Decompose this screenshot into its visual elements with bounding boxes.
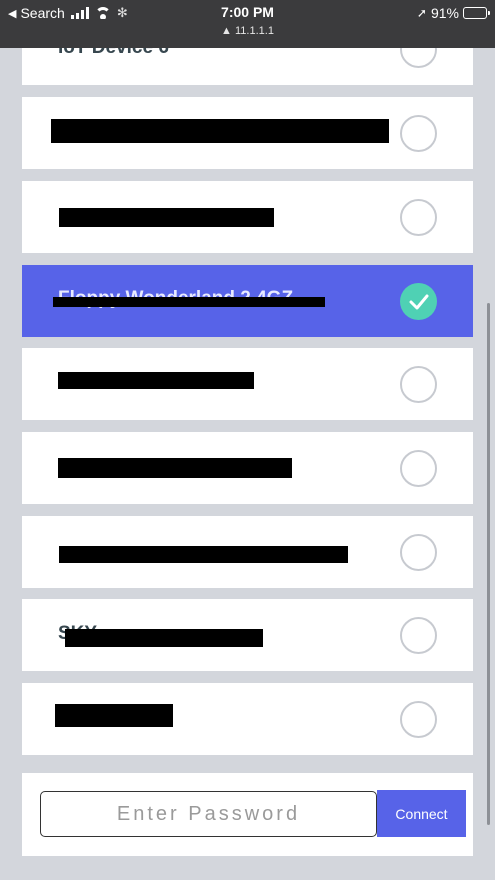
network-row[interactable]	[22, 683, 473, 755]
ip-address: 11.1.1.1	[235, 25, 274, 37]
network-row[interactable]	[22, 97, 473, 169]
radio-button[interactable]	[400, 450, 437, 487]
radio-button[interactable]	[400, 115, 437, 152]
network-row[interactable]: SKY	[22, 599, 473, 671]
network-row[interactable]	[22, 516, 473, 588]
radio-button[interactable]	[400, 617, 437, 654]
status-bar: ◀ Search ✻ 7:00 PM ▲ 11.1.1.1 ➚ 91%	[0, 0, 495, 48]
redaction-bar	[53, 297, 325, 307]
connect-button[interactable]: Connect	[377, 790, 466, 837]
location-arrow-icon: ➚	[416, 6, 427, 20]
radio-button[interactable]	[400, 701, 437, 738]
network-row[interactable]	[22, 181, 473, 253]
password-input[interactable]	[40, 791, 377, 837]
password-card: Connect	[22, 773, 473, 856]
redaction-bar	[59, 208, 274, 227]
redaction-bar	[58, 372, 254, 389]
redaction-bar	[55, 704, 173, 727]
network-row[interactable]	[22, 348, 473, 420]
status-ip: ▲ 11.1.1.1	[0, 25, 495, 37]
redaction-bar	[51, 119, 389, 143]
status-right: ➚ 91%	[416, 5, 490, 21]
radio-button[interactable]	[400, 199, 437, 236]
redaction-bar	[59, 546, 348, 563]
radio-button[interactable]	[400, 534, 437, 571]
network-row-selected[interactable]: Floppy Wonderland 2.4GZ	[22, 265, 473, 337]
redaction-bar	[65, 629, 263, 647]
triangle-icon: ▲	[221, 25, 232, 37]
scrollbar[interactable]	[487, 303, 490, 825]
radio-button[interactable]	[400, 366, 437, 403]
redaction-bar	[58, 458, 292, 478]
battery-icon	[463, 7, 490, 19]
battery-percent: 91%	[430, 5, 459, 21]
network-row[interactable]	[22, 432, 473, 504]
check-icon[interactable]	[400, 283, 437, 320]
